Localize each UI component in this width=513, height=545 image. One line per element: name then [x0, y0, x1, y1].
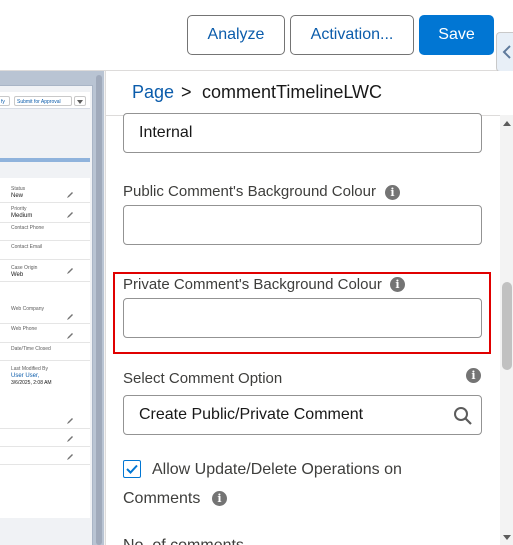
preview-field-web-company: Web Company: [11, 306, 44, 312]
select-comment-option-combobox[interactable]: Create Public/Private Comment: [123, 395, 482, 435]
checkmark-icon: [126, 464, 138, 474]
preview-field-last-modified: Last Modified By User User, 3/6/2025, 2:…: [11, 366, 52, 386]
allow-update-delete-label-continued: Comments: [123, 490, 201, 507]
chevron-down-icon: [77, 100, 83, 104]
builder-header: Analyze Activation... Save: [0, 0, 513, 72]
info-icon[interactable]: i: [466, 368, 481, 383]
pencil-icon: [67, 454, 73, 460]
pencil-icon: [67, 268, 73, 274]
preview-action-bar: fy Submit for Approval: [0, 92, 90, 109]
preview-separator: [0, 240, 90, 241]
public-bg-colour-input[interactable]: [123, 205, 482, 245]
info-icon[interactable]: i: [390, 277, 405, 292]
breadcrumb-component: commentTimelineLWC: [202, 82, 383, 102]
preview-separator: [0, 428, 90, 429]
preview-separator: [0, 464, 90, 465]
search-icon: [454, 407, 472, 425]
breadcrumb: Page > commentTimelineLWC: [106, 71, 513, 116]
select-comment-option-label: Select Comment Option: [123, 370, 283, 387]
comment-type-field[interactable]: Internal: [123, 113, 482, 153]
preview-field-case-origin: Case Origin Web: [11, 265, 38, 278]
allow-update-delete-label: Allow Update/Delete Operations on: [152, 461, 402, 478]
pencil-icon: [67, 212, 73, 218]
preview-field-web-phone: Web Phone: [11, 326, 38, 332]
preview-field-date-closed: Date/Time Closed: [11, 346, 51, 352]
analyze-button[interactable]: Analyze: [187, 15, 285, 55]
preview-submit-approval-button: Submit for Approval: [14, 96, 72, 106]
pencil-icon: [67, 436, 73, 442]
info-icon[interactable]: i: [385, 185, 400, 200]
scroll-down-icon[interactable]: [503, 533, 511, 541]
preview-separator: [0, 259, 90, 260]
chevron-left-icon: [502, 45, 511, 59]
preview-separator: [0, 222, 90, 223]
private-bg-colour-input[interactable]: [123, 298, 482, 338]
activation-button[interactable]: Activation...: [290, 15, 414, 55]
preview-action-button: fy: [0, 96, 10, 106]
preview-separator: [0, 323, 90, 324]
preview-separator: [0, 281, 90, 282]
preview-separator: [0, 446, 90, 447]
collapse-panel-tab[interactable]: [496, 32, 513, 72]
private-bg-colour-label: Private Comment's Background Colour: [123, 276, 382, 293]
allow-update-delete-checkbox[interactable]: [123, 460, 141, 478]
preview-field-contact-email: Contact Email: [11, 244, 43, 250]
select-comment-option-value: Create Public/Private Comment: [139, 406, 364, 423]
pencil-icon: [67, 192, 73, 198]
scroll-up-icon[interactable]: [503, 120, 511, 128]
breadcrumb-separator: >: [181, 82, 192, 102]
preview-field-status: Status New: [11, 186, 26, 199]
info-icon[interactable]: i: [212, 491, 227, 506]
properties-panel: Page > commentTimelineLWC Internal Publi…: [105, 71, 513, 545]
pencil-icon: [67, 418, 73, 424]
panel-scrollbar-thumb[interactable]: [502, 282, 512, 370]
preview-divider: [0, 158, 90, 162]
save-button[interactable]: Save: [419, 15, 494, 55]
preview-field-priority: Priority Medium: [11, 206, 33, 219]
public-bg-colour-label: Public Comment's Background Colour: [123, 183, 376, 200]
preview-separator: [0, 202, 90, 203]
comments-count-label: No. of comments: [123, 537, 244, 545]
pencil-icon: [67, 314, 73, 320]
preview-field-contact-phone: Contact Phone: [11, 225, 45, 231]
preview-separator: [0, 342, 90, 343]
canvas-scroll-rail[interactable]: [96, 75, 102, 545]
preview-separator: [0, 360, 90, 361]
canvas-preview[interactable]: fy Submit for Approval Status New Priori…: [0, 71, 104, 545]
preview-dropdown-button: [74, 96, 86, 106]
preview-details-card: Status New Priority Medium Contact Phone…: [0, 178, 90, 518]
breadcrumb-page-link[interactable]: Page: [132, 82, 174, 103]
record-page-preview: fy Submit for Approval Status New Priori…: [0, 85, 93, 545]
pencil-icon: [67, 333, 73, 339]
